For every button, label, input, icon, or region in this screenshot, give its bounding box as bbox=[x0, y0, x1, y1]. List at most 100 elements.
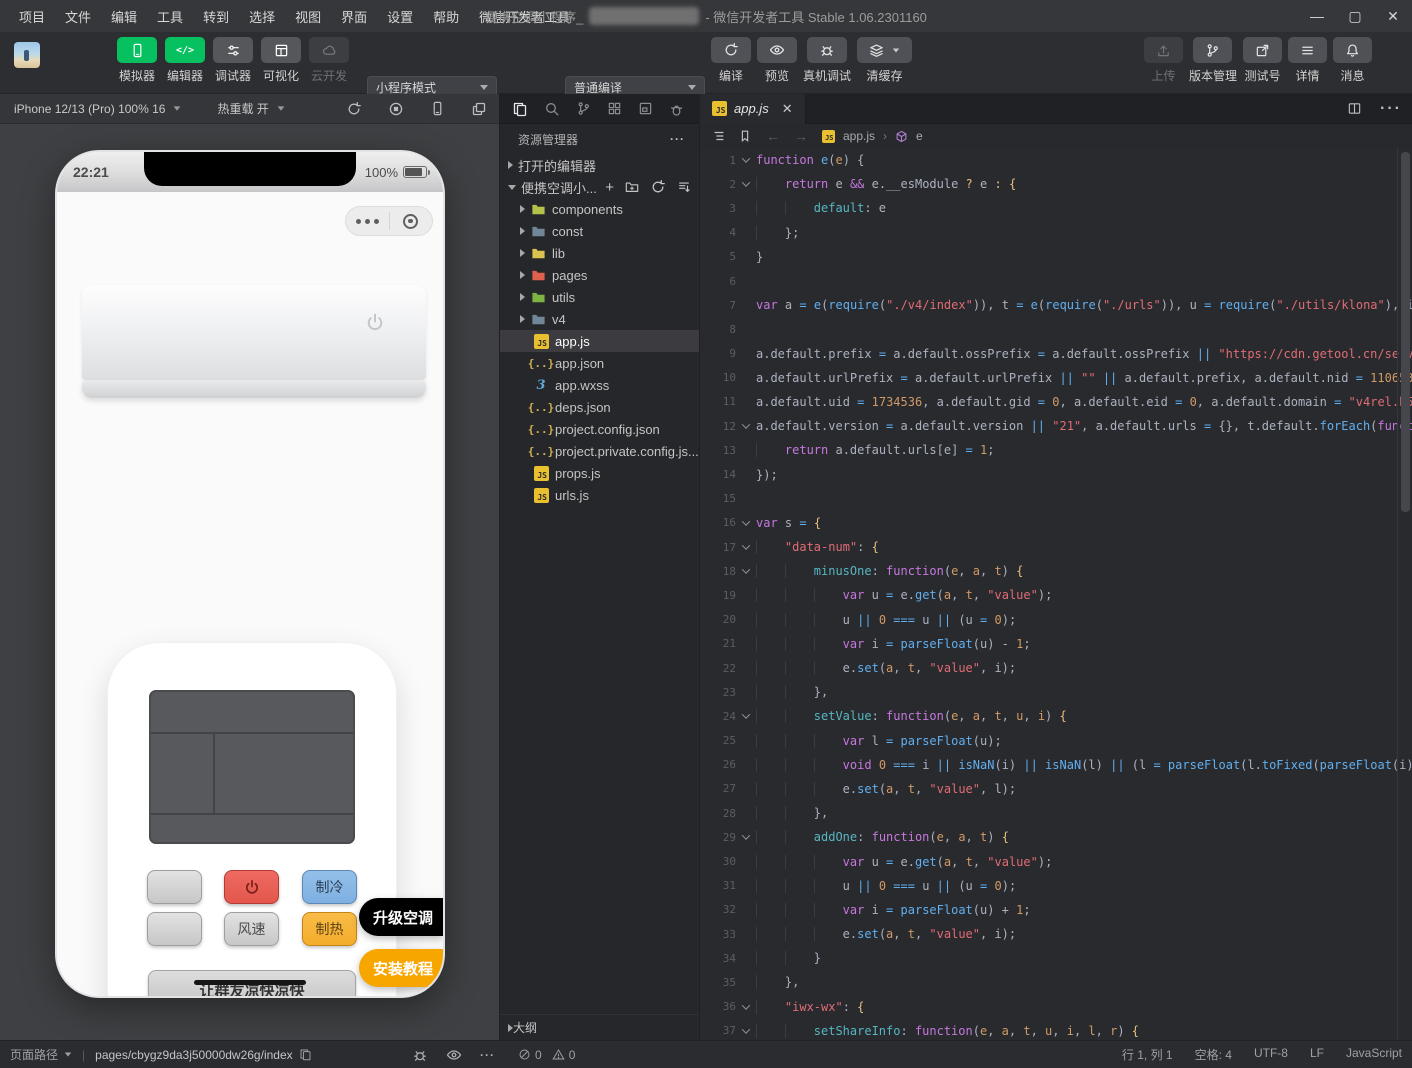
code-line-31[interactable]: 31 u || 0 === u || (u = 0); bbox=[700, 874, 1412, 898]
code-line-17[interactable]: 17 "data-num": { bbox=[700, 535, 1412, 559]
code-editor[interactable]: 1function e(e) {2 return e && e.__esModu… bbox=[700, 148, 1412, 1040]
status-item-1[interactable]: 空格: 4 bbox=[1195, 1046, 1232, 1063]
status-item-0[interactable]: 行 1, 列 1 bbox=[1122, 1046, 1173, 1063]
fold-chevron-icon[interactable] bbox=[736, 1004, 756, 1010]
menu-item-7[interactable]: 界面 bbox=[332, 3, 376, 30]
fold-chevron-icon[interactable] bbox=[736, 713, 756, 719]
fold-chevron-icon[interactable] bbox=[736, 423, 756, 429]
files-icon[interactable] bbox=[512, 101, 528, 117]
menu-item-6[interactable]: 视图 bbox=[286, 3, 330, 30]
code-line-36[interactable]: 36 "iwx-wx": { bbox=[700, 995, 1412, 1019]
refresh-icon[interactable] bbox=[650, 179, 666, 195]
editor-scrollbar[interactable] bbox=[1401, 152, 1410, 512]
eye-icon[interactable] bbox=[446, 1047, 462, 1063]
file-project.private.config.js...[interactable]: {..}project.private.config.js... bbox=[500, 440, 699, 462]
refresh-icon[interactable] bbox=[346, 101, 362, 117]
list-icon[interactable] bbox=[1288, 37, 1327, 63]
code-line-10[interactable]: 10a.default.urlPrefix = a.default.urlPre… bbox=[700, 366, 1412, 390]
code-line-34[interactable]: 34 } bbox=[700, 946, 1412, 970]
upload-icon[interactable] bbox=[1144, 37, 1183, 63]
search-icon[interactable] bbox=[544, 101, 560, 117]
code-line-2[interactable]: 2 return e && e.__esModule ? e : { bbox=[700, 172, 1412, 196]
file-app.json[interactable]: {..}app.json bbox=[500, 352, 699, 374]
code-line-15[interactable]: 15 bbox=[700, 487, 1412, 511]
code-line-28[interactable]: 28 }, bbox=[700, 801, 1412, 825]
menu-item-3[interactable]: 工具 bbox=[148, 3, 192, 30]
status-item-3[interactable]: LF bbox=[1310, 1046, 1324, 1063]
code-line-9[interactable]: 9a.default.prefix = a.default.ossPrefix … bbox=[700, 342, 1412, 366]
fold-chevron-icon[interactable] bbox=[736, 544, 756, 550]
folder-utils[interactable]: utils bbox=[500, 286, 699, 308]
phone-icon[interactable] bbox=[117, 37, 157, 63]
cloud-icon[interactable] bbox=[309, 37, 349, 63]
more-actions-icon[interactable]: ··· bbox=[1380, 100, 1402, 118]
breadcrumb-file[interactable]: app.js bbox=[843, 129, 875, 143]
close-target-icon[interactable] bbox=[390, 214, 433, 229]
bug-icon[interactable] bbox=[807, 37, 847, 63]
phone-icon[interactable] bbox=[430, 101, 445, 117]
fold-chevron-icon[interactable] bbox=[736, 157, 756, 163]
code-line-35[interactable]: 35 }, bbox=[700, 970, 1412, 994]
copy-path-icon[interactable] bbox=[299, 1048, 312, 1061]
folder-const[interactable]: const bbox=[500, 220, 699, 242]
code-line-29[interactable]: 29 addOne: function(e, a, t) { bbox=[700, 825, 1412, 849]
code-line-3[interactable]: 3 default: e bbox=[700, 196, 1412, 220]
open-editors-section[interactable]: 打开的编辑器 bbox=[500, 154, 699, 176]
code-line-5[interactable]: 5} bbox=[700, 245, 1412, 269]
remote-blank-button-2[interactable] bbox=[147, 912, 202, 946]
split-editor-icon[interactable] bbox=[1347, 101, 1362, 116]
breadcrumb-symbol[interactable]: e bbox=[916, 129, 923, 143]
tutorial-pill-button[interactable]: 安装教程 bbox=[359, 949, 443, 987]
user-avatar[interactable] bbox=[14, 42, 40, 68]
folder-lib[interactable]: lib bbox=[500, 242, 699, 264]
maximize-button[interactable]: ▢ bbox=[1336, 0, 1374, 32]
page-path-label[interactable]: 页面路径 bbox=[10, 1046, 58, 1063]
outline-section[interactable]: 大纲 bbox=[500, 1014, 699, 1040]
branch-icon[interactable] bbox=[576, 101, 591, 116]
code-line-12[interactable]: 12a.default.version = a.default.version … bbox=[700, 414, 1412, 438]
close-icon[interactable]: ✕ bbox=[782, 101, 793, 117]
code-line-20[interactable]: 20 u || 0 === u || (u = 0); bbox=[700, 608, 1412, 632]
code-line-32[interactable]: 32 var i = parseFloat(u) + 1; bbox=[700, 898, 1412, 922]
menu-item-1[interactable]: 文件 bbox=[56, 3, 100, 30]
more-dots-icon[interactable] bbox=[346, 219, 389, 224]
file-app.wxss[interactable]: 3app.wxss bbox=[500, 374, 699, 396]
code-line-8[interactable]: 8 bbox=[700, 317, 1412, 341]
menu-item-9[interactable]: 帮助 bbox=[424, 3, 468, 30]
branch-icon[interactable] bbox=[1193, 37, 1232, 63]
folder-components[interactable]: components bbox=[500, 198, 699, 220]
grid-icon[interactable] bbox=[607, 101, 622, 116]
teapot-icon[interactable] bbox=[669, 101, 684, 116]
menu-item-8[interactable]: 设置 bbox=[378, 3, 422, 30]
project-root[interactable]: 便携空调小... + bbox=[500, 176, 699, 198]
more-icon[interactable]: ··· bbox=[480, 1048, 495, 1062]
folder-v4[interactable]: v4 bbox=[500, 308, 699, 330]
miniapp-capsule[interactable] bbox=[345, 206, 433, 236]
menu-item-5[interactable]: 选择 bbox=[240, 3, 284, 30]
bell-icon[interactable] bbox=[1333, 37, 1372, 63]
external-icon[interactable] bbox=[1243, 37, 1282, 63]
code-line-4[interactable]: 4 }; bbox=[700, 221, 1412, 245]
nav-forward-icon[interactable]: → bbox=[794, 128, 808, 144]
fold-chevron-icon[interactable] bbox=[736, 568, 756, 574]
tab-app-js[interactable]: JS app.js ✕ bbox=[700, 94, 806, 124]
code-line-25[interactable]: 25 var l = parseFloat(u); bbox=[700, 729, 1412, 753]
minimize-button[interactable]: — bbox=[1298, 0, 1336, 32]
code-line-30[interactable]: 30 var u = e.get(a, t, "value"); bbox=[700, 849, 1412, 873]
refresh-icon[interactable] bbox=[711, 37, 751, 63]
cool-button[interactable]: 制冷 bbox=[302, 870, 357, 904]
outline-list-icon[interactable] bbox=[712, 129, 726, 143]
fold-chevron-icon[interactable] bbox=[736, 834, 756, 840]
menu-item-2[interactable]: 编辑 bbox=[102, 3, 146, 30]
code-line-33[interactable]: 33 e.set(a, t, "value", i); bbox=[700, 922, 1412, 946]
code-line-7[interactable]: 7var a = e(require("./v4/index")), t = e… bbox=[700, 293, 1412, 317]
code-line-21[interactable]: 21 var i = parseFloat(u) - 1; bbox=[700, 632, 1412, 656]
upgrade-pill-button[interactable]: 升级空调 bbox=[359, 898, 443, 936]
file-deps.json[interactable]: {..}deps.json bbox=[500, 396, 699, 418]
window-icon[interactable] bbox=[638, 101, 653, 116]
fold-chevron-icon[interactable] bbox=[736, 520, 756, 526]
nav-back-icon[interactable]: ← bbox=[766, 128, 780, 144]
layout-icon[interactable] bbox=[261, 37, 301, 63]
menu-item-0[interactable]: 项目 bbox=[10, 3, 54, 30]
collapse-icon[interactable] bbox=[677, 180, 691, 194]
